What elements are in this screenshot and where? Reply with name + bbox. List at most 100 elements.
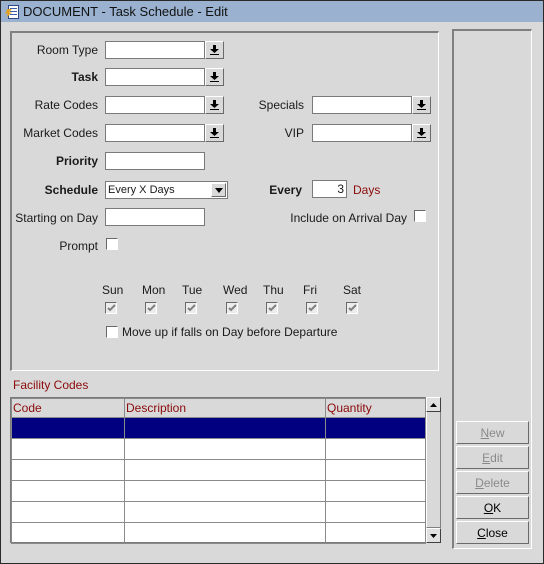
close-label: lose (485, 525, 508, 540)
close-mnemonic: C (477, 525, 486, 540)
day-checkbox-fri[interactable] (306, 302, 318, 314)
room-type-lov-button[interactable] (205, 41, 224, 59)
day-label-thu: Thu (263, 283, 284, 297)
table-row[interactable] (11, 501, 426, 523)
day-checkbox-mon[interactable] (145, 302, 157, 314)
facility-codes-grid: Code Description Quantity (10, 397, 426, 544)
delete-button[interactable]: Delete (456, 471, 529, 494)
cell-description[interactable] (124, 438, 326, 460)
cell-quantity[interactable] (325, 480, 426, 502)
day-label-sun: Sun (102, 283, 124, 297)
delete-mnemonic: D (475, 475, 484, 490)
days-unit-label: Days (353, 183, 381, 197)
cell-quantity[interactable] (325, 459, 426, 481)
table-row[interactable] (11, 459, 426, 481)
window-title: DOCUMENT - Task Schedule - Edit (23, 4, 228, 19)
every-label: Every (269, 183, 302, 197)
market-codes-lov-button[interactable] (205, 124, 224, 142)
cell-quantity[interactable] (325, 438, 426, 460)
close-button[interactable]: Close (456, 521, 529, 544)
cell-code[interactable] (11, 522, 125, 544)
arrow-up-icon (430, 402, 437, 407)
cell-description[interactable] (124, 522, 326, 544)
arrow-down-icon (210, 128, 219, 138)
column-header-description[interactable]: Description (124, 398, 326, 418)
prompt-label: Prompt (59, 239, 98, 253)
new-mnemonic: N (480, 425, 490, 440)
cell-code[interactable] (11, 480, 125, 502)
column-header-code[interactable]: Code (11, 398, 125, 418)
cell-description[interactable] (124, 480, 326, 502)
day-label-sat: Sat (343, 283, 362, 297)
day-label-tue: Tue (182, 283, 203, 297)
every-days-input[interactable]: 3 (312, 180, 347, 198)
new-button[interactable]: New (456, 421, 529, 444)
chevron-down-icon (214, 187, 223, 193)
column-header-quantity[interactable]: Quantity (325, 398, 426, 418)
specials-label: Specials (258, 98, 304, 112)
ok-button[interactable]: OK (456, 496, 529, 519)
schedule-select[interactable]: Every X Days (105, 181, 228, 199)
scroll-track[interactable] (426, 412, 441, 528)
room-type-input[interactable] (105, 41, 205, 59)
arrow-down-icon (210, 45, 219, 55)
checkmark-icon (228, 304, 237, 312)
edit-button[interactable]: Edit (456, 446, 529, 469)
cell-quantity[interactable] (325, 501, 426, 523)
vip-lov-button[interactable] (412, 124, 431, 142)
arrow-down-icon (430, 533, 437, 538)
table-row[interactable] (11, 438, 426, 460)
rate-codes-lov-button[interactable] (205, 96, 224, 114)
cell-code[interactable] (11, 417, 125, 439)
facility-codes-title: Facility Codes (13, 378, 89, 392)
checkmark-icon (147, 304, 156, 312)
include-arrival-day-checkbox[interactable] (414, 210, 426, 222)
cell-code[interactable] (11, 501, 125, 523)
grid-scrollbar[interactable] (426, 397, 441, 543)
cell-code[interactable] (11, 459, 125, 481)
scroll-down-button[interactable] (426, 528, 441, 543)
move-up-checkbox[interactable] (106, 326, 118, 338)
priority-input[interactable] (105, 152, 205, 170)
market-codes-input[interactable] (105, 124, 205, 142)
checkmark-icon (348, 304, 357, 312)
cell-code[interactable] (11, 438, 125, 460)
scroll-up-button[interactable] (426, 397, 441, 412)
day-label-fri: Fri (303, 283, 317, 297)
task-input[interactable] (105, 68, 205, 86)
title-bar: DOCUMENT - Task Schedule - Edit (1, 1, 543, 22)
day-checkbox-tue[interactable] (185, 302, 197, 314)
priority-label: Priority (55, 154, 98, 168)
arrow-down-icon (417, 100, 426, 110)
table-row[interactable] (11, 480, 426, 502)
day-label-wed: Wed (223, 283, 248, 297)
table-row[interactable] (11, 522, 426, 544)
task-lov-button[interactable] (205, 68, 224, 86)
task-label: Task (71, 70, 98, 84)
day-checkbox-sat[interactable] (346, 302, 358, 314)
schedule-value: Every X Days (108, 184, 175, 196)
prompt-checkbox[interactable] (106, 238, 118, 250)
specials-input[interactable] (312, 96, 412, 114)
day-checkbox-wed[interactable] (226, 302, 238, 314)
specials-lov-button[interactable] (412, 96, 431, 114)
rate-codes-input[interactable] (105, 96, 205, 114)
ok-mnemonic: O (483, 500, 494, 515)
cell-description[interactable] (124, 417, 326, 439)
vip-input[interactable] (312, 124, 412, 142)
schedule-dropdown-button[interactable] (211, 183, 226, 197)
day-checkbox-thu[interactable] (266, 302, 278, 314)
vip-label: VIP (284, 126, 304, 140)
cell-description[interactable] (124, 459, 326, 481)
new-label: ew (489, 425, 505, 440)
schedule-label: Schedule (44, 183, 98, 197)
cell-quantity[interactable] (325, 417, 426, 439)
table-row[interactable] (11, 417, 426, 439)
day-checkbox-sun[interactable] (105, 302, 117, 314)
checkmark-icon (308, 304, 317, 312)
arrow-down-icon (417, 128, 426, 138)
cell-quantity[interactable] (325, 522, 426, 544)
cell-description[interactable] (124, 501, 326, 523)
starting-on-day-input[interactable] (105, 208, 205, 226)
day-label-mon: Mon (142, 283, 166, 297)
